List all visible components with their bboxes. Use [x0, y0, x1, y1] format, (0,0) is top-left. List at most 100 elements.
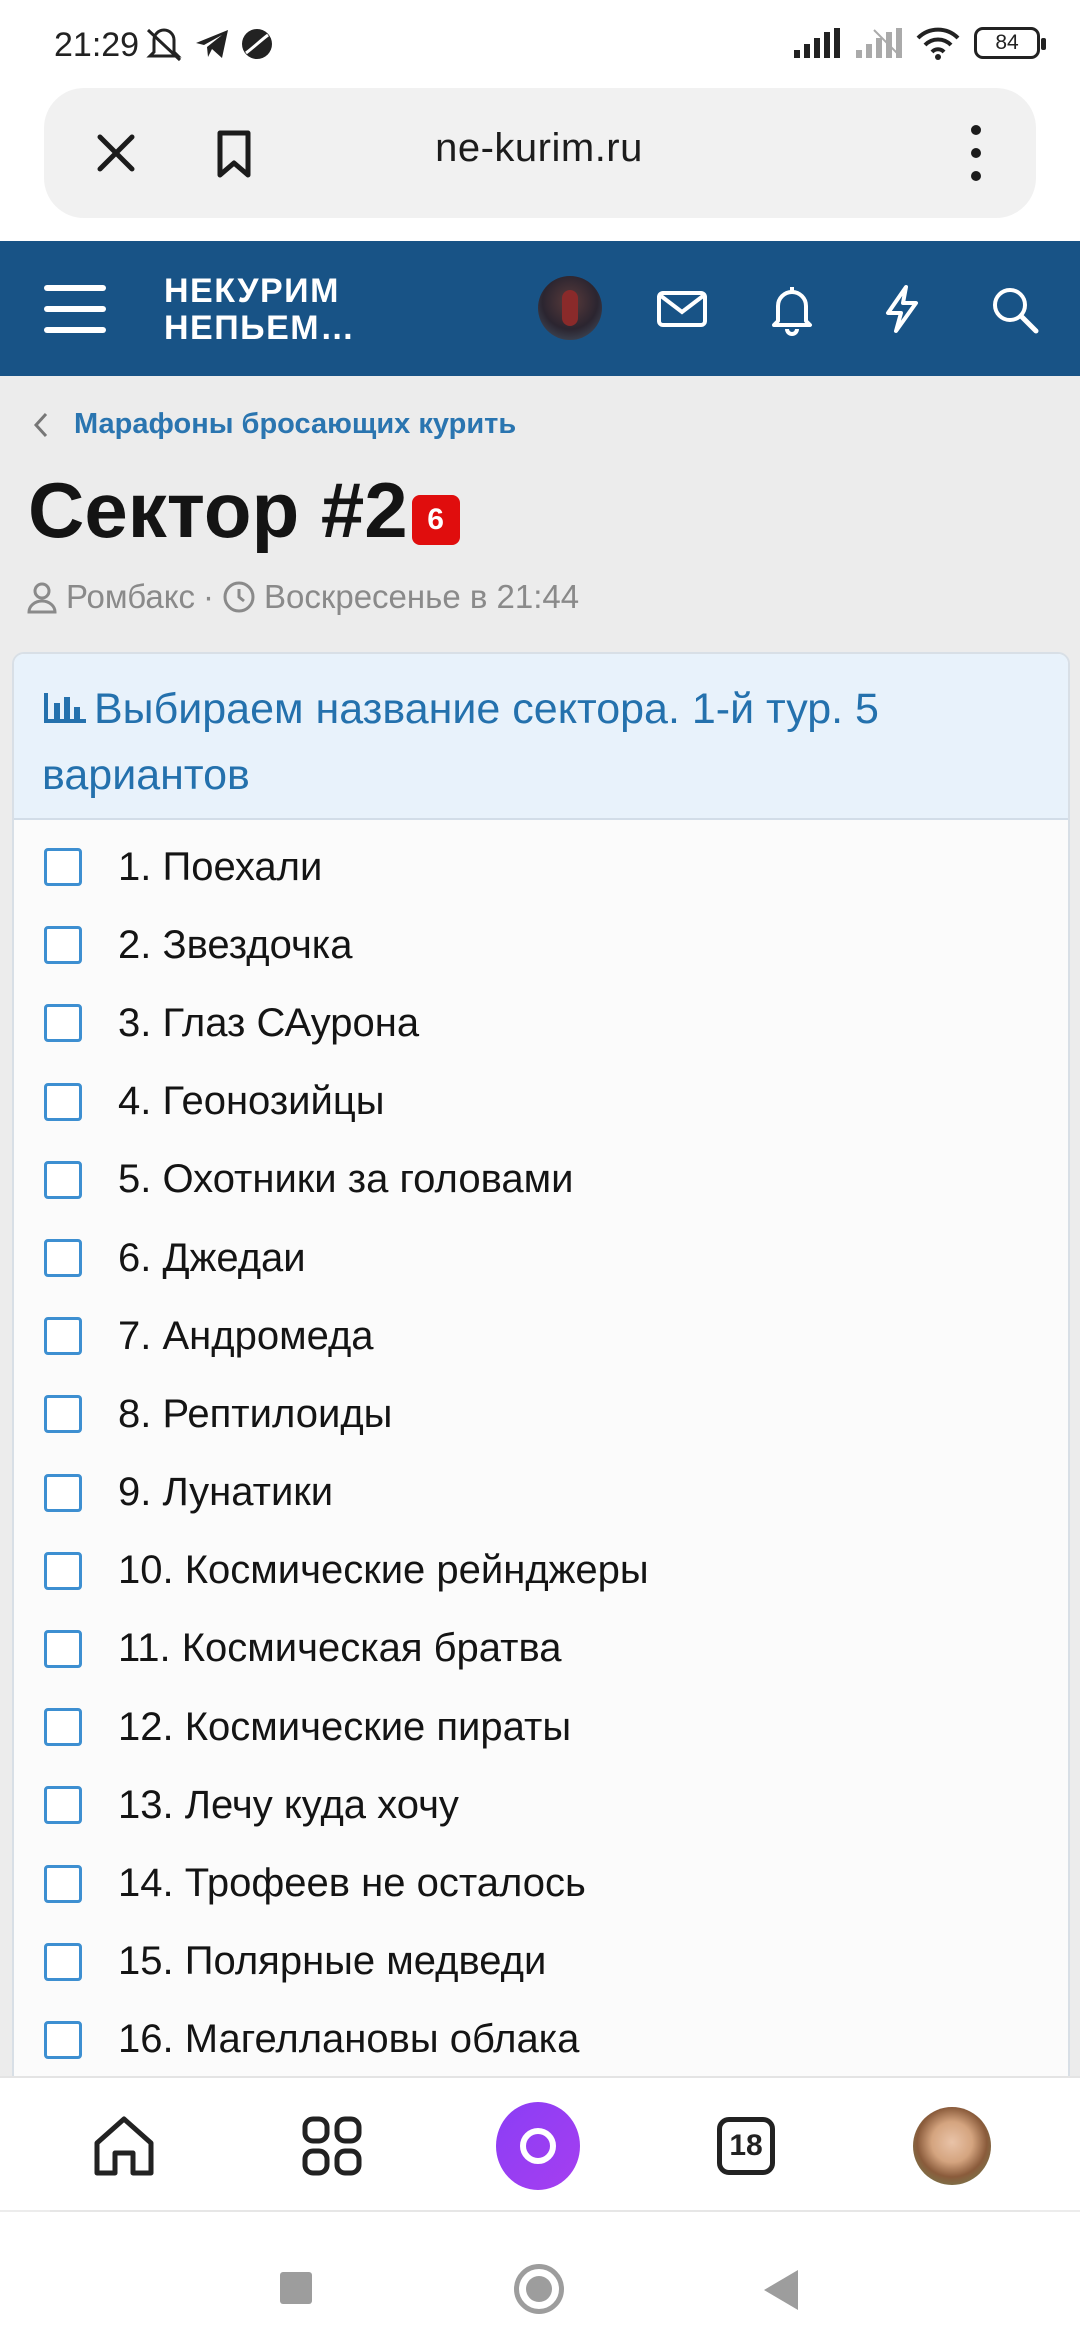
poll-option-label: 3. Глаз САурона — [118, 1000, 420, 1045]
thread-meta: Ромбакс · Воскресенье в 21:44 — [26, 578, 579, 616]
poll-option-label: 1. Поехали — [118, 844, 323, 889]
account-avatar[interactable] — [538, 276, 602, 340]
checkbox[interactable] — [44, 1629, 82, 1668]
system-nav-bar — [0, 2212, 1080, 2340]
user-icon — [27, 582, 57, 614]
search-icon[interactable] — [986, 281, 1042, 337]
tabs-button[interactable]: 18 — [704, 2104, 788, 2188]
site-logo[interactable]: НЕКУРИМ НЕПЬЕМ… — [164, 273, 356, 347]
page-title: Сектор #2 6 — [28, 465, 460, 556]
poll-option-label: 4. Геонозийцы — [118, 1079, 385, 1124]
checkbox[interactable] — [44, 2020, 82, 2059]
poll-option[interactable]: 8. Рептилоиды — [14, 1375, 1068, 1453]
app-icon — [242, 29, 272, 59]
poll-option[interactable]: 5. Охотники за головами — [14, 1141, 1068, 1219]
poll-option[interactable]: 16. Магеллановы облака — [14, 2001, 1068, 2079]
checkbox[interactable] — [44, 1004, 82, 1043]
author-link[interactable]: Ромбакс — [66, 578, 195, 616]
checkbox[interactable] — [44, 926, 82, 965]
checkbox[interactable] — [44, 1082, 82, 1121]
thread-date[interactable]: Воскресенье в 21:44 — [264, 578, 579, 616]
poll-option-label: 12. Космические пираты — [118, 1704, 572, 1749]
unread-badge: 6 — [411, 495, 460, 545]
poll-option[interactable]: 11. Космическая братва — [14, 1610, 1068, 1688]
poll-option-label: 10. Космические рейнджеры — [118, 1548, 649, 1593]
poll-option[interactable]: 3. Глаз САурона — [14, 984, 1068, 1062]
checkbox[interactable] — [44, 1864, 82, 1903]
mail-icon[interactable] — [654, 281, 710, 337]
url-text[interactable]: ne-kurim.ru — [324, 126, 754, 171]
checkbox[interactable] — [44, 1239, 82, 1278]
poll-option[interactable]: 15. Полярные медведи — [14, 1923, 1068, 2001]
home-icon — [94, 2116, 154, 2176]
logo-line-1: НЕКУРИМ — [164, 272, 340, 310]
checkbox[interactable] — [44, 1473, 82, 1512]
poll-option[interactable]: 2. Звездочка — [14, 906, 1068, 984]
poll-option[interactable]: 14. Трофеев не осталось — [14, 1844, 1068, 1922]
poll-option[interactable]: 1. Поехали — [14, 828, 1068, 906]
bookmark-icon[interactable] — [204, 123, 264, 183]
poll-question: Выбираем название сектора. 1-й тур. 5 ва… — [42, 685, 879, 799]
checkbox[interactable] — [44, 848, 82, 887]
poll-option[interactable]: 6. Джедаи — [14, 1219, 1068, 1297]
more-vertical-icon[interactable] — [956, 118, 996, 188]
alice-icon — [496, 2102, 580, 2190]
address-bar[interactable]: ne-kurim.ru — [44, 88, 1036, 218]
poll-header: Выбираем название сектора. 1-й тур. 5 ва… — [14, 654, 1068, 820]
checkbox[interactable] — [44, 1551, 82, 1590]
poll-option[interactable]: 7. Андромеда — [14, 1297, 1068, 1375]
poll-option-label: 14. Трофеев не осталось — [118, 1861, 586, 1906]
profile-button[interactable] — [910, 2104, 994, 2188]
meta-separator: · — [203, 578, 215, 615]
checkbox[interactable] — [44, 1708, 82, 1747]
recents-icon[interactable] — [280, 2272, 312, 2304]
poll-option-label: 13. Лечу куда хочу — [118, 1782, 459, 1827]
alice-button[interactable] — [496, 2102, 580, 2190]
browser-bottom-bar: 18 — [0, 2076, 1080, 2210]
close-icon[interactable] — [86, 123, 146, 183]
poll-option-label: 11. Космическая братва — [118, 1626, 562, 1671]
checkbox[interactable] — [44, 1160, 82, 1199]
mute-icon — [146, 28, 182, 62]
checkbox[interactable] — [44, 1786, 82, 1825]
wifi-icon — [916, 27, 960, 60]
chevron-left-icon — [33, 412, 48, 437]
logo-line-2: НЕПЬЕМ… — [164, 309, 356, 347]
services-button[interactable] — [290, 2104, 374, 2188]
site-header: НЕКУРИМ НЕПЬЕМ… — [0, 241, 1080, 376]
poll-option[interactable]: 9. Лунатики — [14, 1454, 1068, 1532]
bell-icon[interactable] — [764, 281, 820, 337]
tab-count: 18 — [717, 2117, 775, 2175]
poll-option[interactable]: 12. Космические пираты — [14, 1688, 1068, 1766]
profile-avatar — [913, 2107, 991, 2185]
poll-option[interactable]: 4. Геонозийцы — [14, 1063, 1068, 1141]
signal-secondary-icon — [856, 28, 902, 58]
poll-option-label: 6. Джедаи — [118, 1235, 306, 1280]
home-circle-icon[interactable] — [514, 2264, 564, 2314]
checkbox[interactable] — [44, 1395, 82, 1434]
lightning-icon[interactable] — [874, 281, 930, 337]
clock-icon — [223, 581, 255, 613]
back-icon[interactable] — [764, 2270, 798, 2310]
poll-option-label: 5. Охотники за головами — [118, 1157, 574, 1202]
breadcrumb-link[interactable]: Марафоны бросающих курить — [74, 408, 516, 441]
poll-option[interactable]: 13. Лечу куда хочу — [14, 1766, 1068, 1844]
battery-icon: 84 — [974, 27, 1046, 59]
battery-level: 84 — [995, 31, 1019, 54]
bar-chart-icon — [44, 693, 86, 723]
poll-option[interactable]: 10. Космические рейнджеры — [14, 1532, 1068, 1610]
poll-option-label: 15. Полярные медведи — [118, 1939, 547, 1984]
checkbox[interactable] — [44, 1317, 82, 1356]
poll-option-label: 16. Магеллановы облака — [118, 2017, 580, 2062]
poll-option-label: 8. Рептилоиды — [118, 1391, 393, 1436]
browser-toolbar: ne-kurim.ru — [0, 86, 1080, 241]
home-button[interactable] — [82, 2104, 166, 2188]
checkbox[interactable] — [44, 1942, 82, 1981]
thread-title: Сектор #2 — [28, 466, 408, 554]
grid-icon — [302, 2116, 362, 2176]
poll-block: Выбираем название сектора. 1-й тур. 5 ва… — [12, 652, 1070, 2092]
breadcrumb[interactable]: Марафоны бросающих курить — [30, 408, 516, 441]
telegram-icon — [196, 30, 228, 58]
poll-option-label: 2. Звездочка — [118, 922, 353, 967]
hamburger-menu-icon[interactable] — [44, 281, 106, 337]
